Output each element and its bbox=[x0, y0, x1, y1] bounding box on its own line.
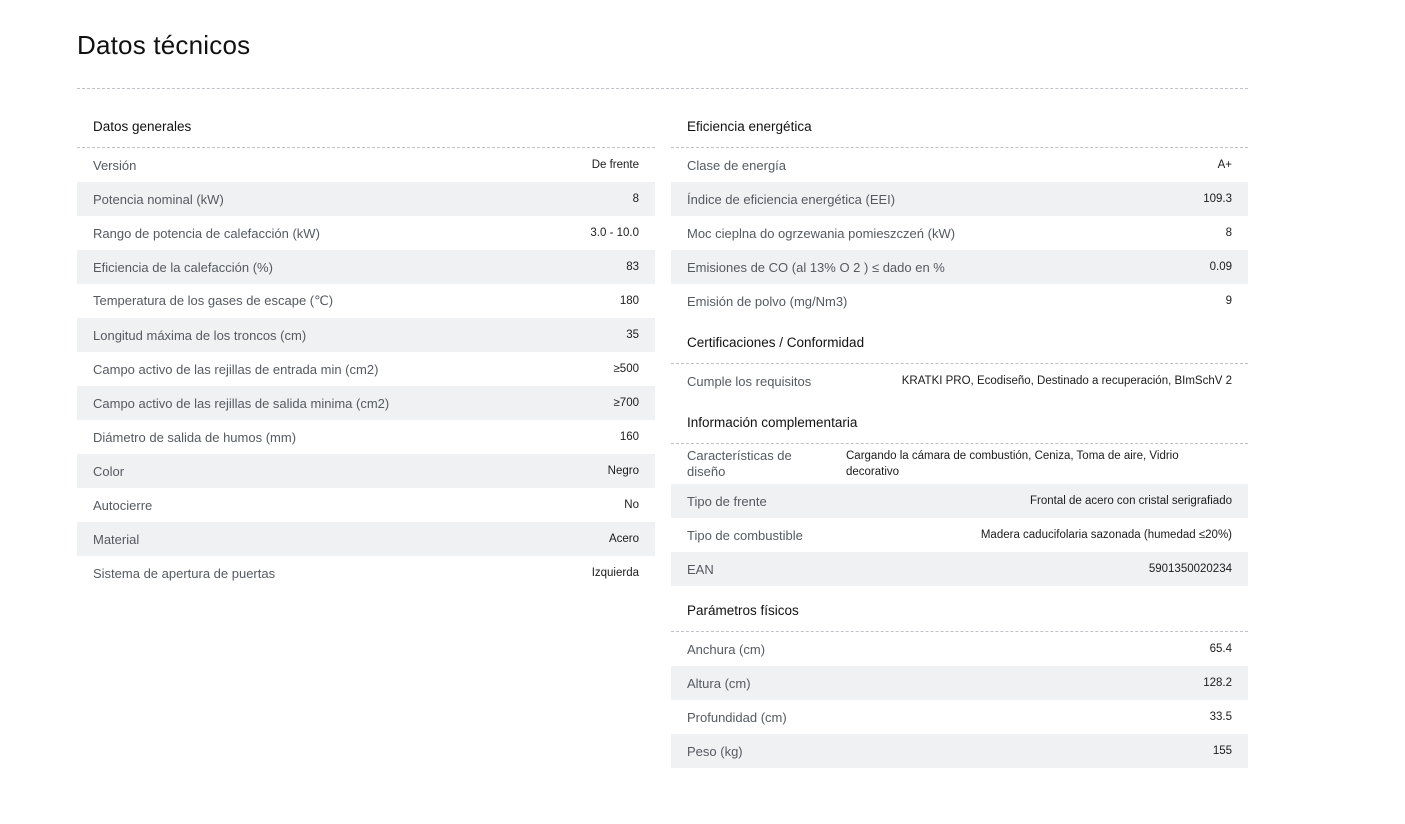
spec-label: Campo activo de las rejillas de entrada … bbox=[93, 361, 379, 377]
spec-label: Anchura (cm) bbox=[687, 641, 766, 657]
spec-value: 8 bbox=[632, 193, 639, 205]
spec-row: Longitud máxima de los troncos (cm) 35 bbox=[77, 318, 655, 352]
spec-label: Material bbox=[93, 531, 140, 547]
spec-row: Índice de eficiencia energética (EEI) 10… bbox=[671, 182, 1248, 216]
section-title-general: Datos generales bbox=[77, 108, 655, 148]
spec-value: 5901350020234 bbox=[1148, 563, 1232, 575]
spec-row: Rango de potencia de calefacción (kW) 3.… bbox=[77, 216, 655, 250]
spec-label: Cumple los requisitos bbox=[687, 373, 812, 389]
spec-row: Potencia nominal (kW) 8 bbox=[77, 182, 655, 216]
spec-value: Cargando la cámara de combustión, Ceniza… bbox=[846, 450, 1179, 478]
spec-label: Campo activo de las rejillas de salida m… bbox=[93, 395, 390, 411]
spec-label: Emisiones de CO (al 13% O 2 ) ≤ dado en … bbox=[687, 259, 945, 275]
spec-row: EAN 5901350020234 bbox=[671, 552, 1248, 586]
spec-value: 35 bbox=[626, 329, 639, 341]
spec-label: Profundidad (cm) bbox=[687, 709, 787, 725]
spec-row: Cumple los requisitos KRATKI PRO, Ecodis… bbox=[671, 364, 1248, 398]
spec-label: Eficiencia de la calefacción (%) bbox=[93, 259, 273, 275]
spec-value: No bbox=[624, 499, 639, 511]
spec-label: Temperatura de los gases de escape (℃) bbox=[93, 293, 334, 308]
spec-label: Peso (kg) bbox=[687, 743, 743, 759]
spec-label: Emisión de polvo (mg/Nm3) bbox=[687, 293, 848, 309]
spec-value: Frontal de acero con cristal serigrafiad… bbox=[1030, 495, 1232, 507]
spec-value: A+ bbox=[1217, 159, 1232, 171]
spec-row: Profundidad (cm) 33.5 bbox=[671, 700, 1248, 734]
spec-label: Tipo de frente bbox=[687, 493, 767, 509]
spec-label: Potencia nominal (kW) bbox=[93, 191, 224, 207]
right-specs-column: Eficiencia energética Clase de energía A… bbox=[671, 108, 1248, 768]
spec-value: Izquierda bbox=[591, 567, 639, 579]
section-title-certifications: Certificaciones / Conformidad bbox=[671, 324, 1248, 364]
spec-label: Clase de energía bbox=[687, 157, 787, 173]
spec-label: Versión bbox=[93, 157, 137, 173]
spec-row: Emisión de polvo (mg/Nm3) 9 bbox=[671, 284, 1248, 318]
spec-label: Índice de eficiencia energética (EEI) bbox=[687, 191, 896, 207]
spec-label: Diámetro de salida de humos (mm) bbox=[93, 429, 297, 445]
spec-value: 180 bbox=[619, 295, 639, 307]
spec-value: Negro bbox=[607, 465, 639, 477]
spec-row: Características de diseño Cargando la cá… bbox=[671, 444, 1248, 484]
spec-value: 65.4 bbox=[1209, 643, 1232, 655]
spec-label: Moc cieplna do ogrzewania pomieszczeń (k… bbox=[687, 225, 956, 241]
spec-row: Versión De frente bbox=[77, 148, 655, 182]
spec-value: 109.3 bbox=[1203, 193, 1232, 205]
spec-row: Campo activo de las rejillas de entrada … bbox=[77, 352, 655, 386]
spec-value: 160 bbox=[619, 431, 639, 443]
spec-row: Tipo de frente Frontal de acero con cris… bbox=[671, 484, 1248, 518]
spec-row: Peso (kg) 155 bbox=[671, 734, 1248, 768]
spec-row: Diámetro de salida de humos (mm) 160 bbox=[77, 420, 655, 454]
spec-row: Emisiones de CO (al 13% O 2 ) ≤ dado en … bbox=[671, 250, 1248, 284]
section-title-efficiency: Eficiencia energética bbox=[671, 108, 1248, 148]
spec-value: Acero bbox=[608, 533, 639, 545]
spec-label: Tipo de combustible bbox=[687, 527, 803, 543]
spec-label: Sistema de apertura de puertas bbox=[93, 565, 276, 581]
spec-row: Moc cieplna do ogrzewania pomieszczeń (k… bbox=[671, 216, 1248, 250]
spec-row: Color Negro bbox=[77, 454, 655, 488]
spec-label: Color bbox=[93, 463, 125, 479]
page-title: Datos técnicos bbox=[77, 30, 251, 60]
spec-value: 155 bbox=[1212, 745, 1232, 757]
spec-label: Rango de potencia de calefacción (kW) bbox=[93, 225, 320, 241]
spec-value: 83 bbox=[626, 261, 639, 273]
spec-row: Material Acero bbox=[77, 522, 655, 556]
spec-label: Características de diseño bbox=[687, 448, 792, 479]
spec-value: Madera caducifolaria sazonada (humedad ≤… bbox=[980, 529, 1232, 541]
section-title-physical: Parámetros físicos bbox=[671, 592, 1248, 632]
title-divider bbox=[77, 88, 1248, 89]
general-data-section: Datos generales Versión De frente Potenc… bbox=[77, 108, 655, 590]
spec-row: Eficiencia de la calefacción (%) 83 bbox=[77, 250, 655, 284]
spec-row: Autocierre No bbox=[77, 488, 655, 522]
spec-row: Campo activo de las rejillas de salida m… bbox=[77, 386, 655, 420]
spec-label: Autocierre bbox=[93, 497, 153, 513]
spec-value: 0.09 bbox=[1209, 261, 1232, 273]
spec-row: Altura (cm) 128.2 bbox=[671, 666, 1248, 700]
spec-value: KRATKI PRO, Ecodiseño, Destinado a recup… bbox=[901, 375, 1232, 387]
spec-value: ≥500 bbox=[613, 363, 640, 375]
spec-row: Clase de energía A+ bbox=[671, 148, 1248, 182]
spec-value: 3.0 - 10.0 bbox=[590, 227, 639, 239]
spec-value: 33.5 bbox=[1209, 711, 1232, 723]
spec-row: Tipo de combustible Madera caducifolaria… bbox=[671, 518, 1248, 552]
spec-value: ≥700 bbox=[613, 397, 640, 409]
spec-value: 8 bbox=[1225, 227, 1232, 239]
spec-row: Anchura (cm) 65.4 bbox=[671, 632, 1248, 666]
spec-label: Altura (cm) bbox=[687, 675, 751, 691]
spec-row: Sistema de apertura de puertas Izquierda bbox=[77, 556, 655, 590]
spec-value: 9 bbox=[1225, 295, 1232, 307]
section-title-complementary: Información complementaria bbox=[671, 404, 1248, 444]
spec-value: De frente bbox=[591, 159, 639, 171]
spec-label: Longitud máxima de los troncos (cm) bbox=[93, 327, 307, 343]
spec-label: EAN bbox=[687, 561, 714, 577]
spec-row: Temperatura de los gases de escape (℃) 1… bbox=[77, 284, 655, 318]
spec-value: 128.2 bbox=[1203, 677, 1232, 689]
